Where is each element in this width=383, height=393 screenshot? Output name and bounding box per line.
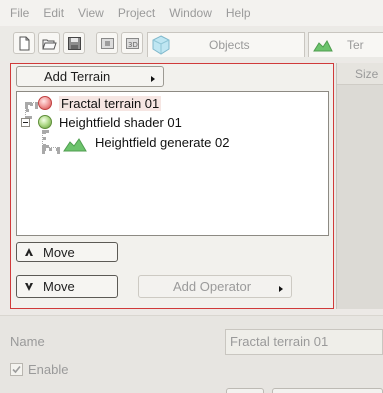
name-label: Name bbox=[10, 334, 45, 349]
new-document-icon bbox=[19, 36, 30, 51]
tree-connector bbox=[42, 147, 60, 151]
dropdown-arrow-icon bbox=[279, 286, 283, 292]
add-operator-button[interactable]: Add Operator bbox=[138, 275, 292, 298]
arrow-up-icon bbox=[25, 248, 33, 256]
new-document-button[interactable] bbox=[13, 32, 35, 54]
menu-project[interactable]: Project bbox=[118, 6, 155, 20]
enable-checkbox[interactable] bbox=[10, 363, 23, 376]
tab-objects[interactable]: Objects bbox=[147, 32, 305, 57]
tree-connector bbox=[42, 130, 46, 148]
dropdown-arrow-icon bbox=[151, 76, 155, 82]
open-folder-icon bbox=[42, 39, 57, 50]
cube-icon bbox=[152, 35, 170, 55]
enable-label: Enable bbox=[28, 362, 69, 377]
toolbar: 3D Objects Ter bbox=[0, 27, 383, 61]
properties-panel: Name Fractal terrain 01 Enable bbox=[0, 315, 383, 393]
tree-item-label: Fractal terrain 01 bbox=[59, 95, 162, 111]
menu-bar: File Edit View Project Window Help bbox=[0, 0, 383, 26]
arrow-down-icon bbox=[25, 282, 33, 291]
tree-item-label: Heightfield shader 01 bbox=[59, 114, 182, 130]
terrain-tree[interactable]: Fractal terrain 01 Heightfield shader 01… bbox=[16, 91, 329, 236]
tree-item-fractal-terrain[interactable]: Fractal terrain 01 bbox=[38, 94, 162, 112]
terrain-icon bbox=[63, 138, 87, 152]
tree-item-heightfield-generate[interactable]: Heightfield generate 02 bbox=[63, 133, 230, 152]
menu-edit[interactable]: Edit bbox=[43, 6, 64, 20]
render-button[interactable] bbox=[96, 32, 118, 54]
tree-item-heightfield-shader[interactable]: Heightfield shader 01 bbox=[38, 113, 182, 131]
save-button[interactable] bbox=[63, 32, 85, 54]
add-operator-label: Add Operator bbox=[173, 279, 252, 294]
tab-objects-label: Objects bbox=[209, 38, 250, 52]
move-up-label: Move bbox=[43, 244, 75, 260]
tab-terrain[interactable]: Ter bbox=[308, 32, 383, 57]
terrain-panel: Add Terrain Fractal terrain 01 Heightfie… bbox=[10, 63, 334, 309]
render-icon bbox=[101, 38, 114, 49]
size-column-header[interactable]: Size bbox=[337, 63, 383, 85]
partial-button[interactable] bbox=[226, 388, 264, 393]
tree-item-label: Heightfield generate 02 bbox=[95, 134, 230, 150]
svg-text:3D: 3D bbox=[128, 41, 138, 49]
move-down-label: Move bbox=[43, 279, 75, 294]
menu-file[interactable]: File bbox=[10, 6, 29, 20]
red-sphere-icon bbox=[38, 96, 52, 110]
move-down-button[interactable]: Move bbox=[16, 275, 118, 298]
partial-field[interactable] bbox=[272, 388, 383, 393]
tab-terrain-label: Ter bbox=[347, 38, 364, 52]
menu-window[interactable]: Window bbox=[169, 6, 212, 20]
menu-view[interactable]: View bbox=[78, 6, 104, 20]
save-icon bbox=[68, 37, 81, 50]
checkmark-icon bbox=[12, 365, 21, 374]
move-up-button[interactable]: Move bbox=[16, 242, 118, 262]
name-field[interactable]: Fractal terrain 01 bbox=[225, 329, 383, 355]
open-button[interactable] bbox=[38, 32, 60, 54]
menu-help[interactable]: Help bbox=[226, 6, 251, 20]
tree-connector bbox=[25, 102, 29, 119]
terrain-icon bbox=[313, 40, 333, 52]
size-list-pane: Size bbox=[336, 63, 383, 309]
collapse-icon[interactable] bbox=[21, 118, 30, 127]
add-terrain-label: Add Terrain bbox=[44, 69, 111, 84]
3d-view-icon: 3D bbox=[126, 38, 139, 49]
add-terrain-button[interactable]: Add Terrain bbox=[16, 66, 164, 87]
green-sphere-icon bbox=[38, 115, 52, 129]
3d-view-button[interactable]: 3D bbox=[121, 32, 143, 54]
